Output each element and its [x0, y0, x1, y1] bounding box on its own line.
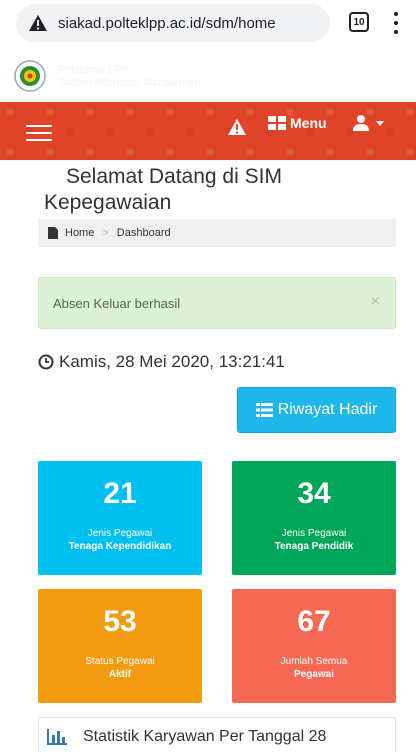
- card-value: 67: [297, 605, 331, 638]
- card-sublabel: Pegawai: [293, 669, 335, 680]
- card-label: Jumlah Semua: [280, 656, 348, 667]
- grid-icon: [268, 116, 286, 130]
- site-name-line1: Politeknik LPP: [58, 64, 129, 76]
- card-tenaga-kependidikan[interactable]: 21 Jenis Pegawai Tenaga Kependidikan: [38, 461, 202, 575]
- card-tenaga-pendidik[interactable]: 34 Jenis Pegawai Tenaga Pendidik: [232, 461, 396, 575]
- address-bar[interactable]: siakad.polteklpp.ac.id/sdm/home: [16, 4, 330, 42]
- card-label: Jenis Pegawai: [281, 528, 347, 539]
- warning-icon[interactable]: [227, 118, 247, 136]
- breadcrumb-separator: >: [102, 227, 109, 239]
- card-label: Status Pegawai: [85, 656, 155, 667]
- card-label: Jenis Pegawai: [87, 528, 153, 539]
- document-icon: [48, 227, 58, 239]
- breadcrumb: Home > Dashboard: [38, 219, 396, 247]
- tabs-icon[interactable]: 10: [349, 12, 369, 32]
- breadcrumb-home[interactable]: Home: [65, 227, 94, 239]
- card-jumlah-pegawai[interactable]: 67 Jumlah Semua Pegawai: [232, 589, 396, 703]
- card-value: 34: [297, 477, 331, 510]
- statistik-title: Statistik Karyawan Per Tanggal 28: [83, 728, 327, 745]
- nav-menu-label: Menu: [290, 115, 327, 131]
- list-icon: [255, 403, 273, 417]
- success-alert: Absen Keluar berhasil ×: [38, 277, 396, 329]
- riwayat-hadir-button[interactable]: Riwayat Hadir: [237, 387, 396, 433]
- card-sublabel: Aktif: [108, 669, 132, 680]
- riwayat-hadir-label: Riwayat Hadir: [277, 401, 378, 418]
- page-title: Selamat Datang di SIM Kepegawaian: [44, 165, 282, 214]
- site-name: Politeknik LPP Sistem Informasi Manajeme…: [58, 64, 200, 90]
- card-sublabel: Tenaga Pendidik: [274, 541, 354, 552]
- logo: [14, 60, 46, 92]
- clock-datetime: Kamis, 28 Mei 2020, 13:21:41: [59, 352, 285, 371]
- more-vert-icon[interactable]: [392, 12, 400, 34]
- card-value: 21: [103, 477, 137, 510]
- site-header: Politeknik LPP Sistem Informasi Manajeme…: [0, 50, 416, 102]
- navbar: Menu: [0, 102, 416, 160]
- clock: Kamis, 28 Mei 2020, 13:21:41: [38, 352, 285, 372]
- alert-message: Absen Keluar berhasil: [53, 295, 181, 311]
- breadcrumb-dashboard: Dashboard: [116, 227, 171, 239]
- user-menu-button[interactable]: [352, 114, 384, 132]
- statistik-panel-header: Statistik Karyawan Per Tanggal 28: [38, 717, 396, 752]
- card-status-aktif[interactable]: 53 Status Pegawai Aktif: [38, 589, 202, 703]
- browser-toolbar: siakad.polteklpp.ac.id/sdm/home 10: [0, 0, 416, 50]
- warning-icon[interactable]: [28, 13, 48, 33]
- nav-menu-button[interactable]: Menu: [268, 115, 327, 131]
- card-sublabel: Tenaga Kependidikan: [68, 541, 172, 552]
- caret-down-icon: [376, 120, 384, 126]
- url-text[interactable]: siakad.polteklpp.ac.id/sdm/home: [58, 15, 276, 32]
- user-icon: [353, 115, 369, 131]
- clock-icon: [38, 354, 54, 370]
- close-icon[interactable]: ×: [371, 293, 380, 311]
- hamburger-icon[interactable]: [22, 122, 56, 144]
- bar-chart-icon: [47, 729, 67, 745]
- site-name-line2: Sistem Informasi Manajemen: [58, 77, 201, 89]
- card-value: 53: [103, 605, 137, 638]
